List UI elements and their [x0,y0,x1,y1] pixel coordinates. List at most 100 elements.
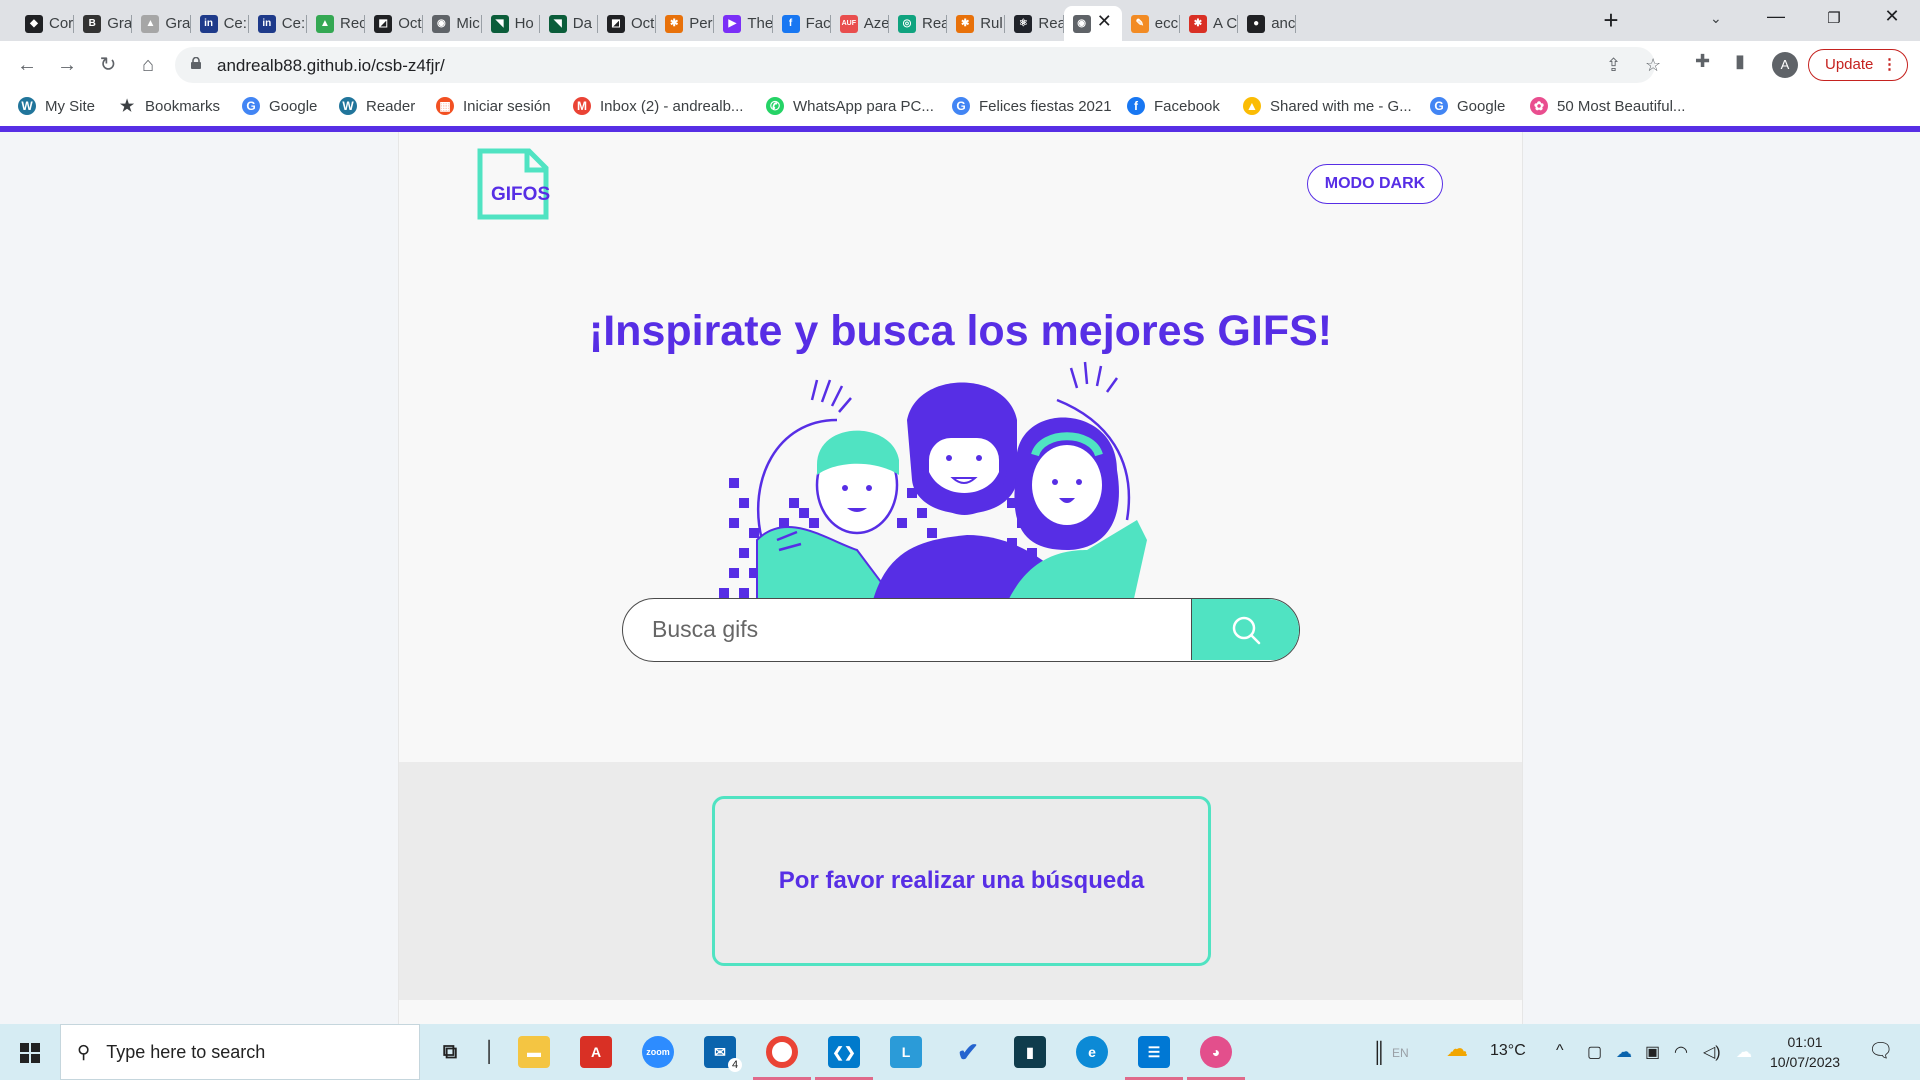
flower-icon: ✿ [1530,97,1548,115]
windows-start-icon[interactable] [20,1043,40,1063]
address-bar[interactable]: andrealb88.github.io/csb-z4fjr/ ⇪ ☆ [175,47,1661,83]
bookmark-item[interactable]: f Facebook [1127,97,1220,115]
browser-tab[interactable]: ▲ Gra [132,6,191,41]
sync-cloud-icon[interactable]: ☁ [1736,1042,1752,1062]
taskbar-search-box[interactable]: ⚲ Type here to search [60,1024,420,1080]
browser-tab[interactable]: ◉ Mic [423,6,482,41]
bookmark-item[interactable]: ✿ 50 Most Beautiful... [1530,97,1685,115]
browser-tab[interactable]: ◥ Da [540,6,598,41]
vscode-icon[interactable]: ❮❯ [828,1036,860,1068]
browser-tab[interactable]: ◩ Oct [365,6,424,41]
bookmark-item[interactable]: M Inbox (2) - andrealb... [573,97,743,115]
tab-title: Per [689,15,713,32]
browser-tab[interactable]: ▶ The [714,6,773,41]
bookmark-label: My Site [45,97,96,115]
weather-temperature[interactable]: 13°C [1490,1042,1526,1060]
tab-favicon-icon: ◉ [432,14,451,33]
tab-favicon-icon: B [83,14,102,33]
reload-icon[interactable]: ↻ [94,51,122,79]
new-tab-button[interactable]: + [1597,7,1625,35]
gifos-app-container: GIFOS MODO DARK ¡Inspirate y busca los m… [398,132,1523,1024]
browser-tab[interactable]: in Ce: [249,6,307,41]
libre-l-icon[interactable]: L [890,1036,922,1068]
close-window-icon[interactable]: ✕ [1872,6,1912,27]
tab-title: Da [572,15,592,32]
azure-icon[interactable]: ☰ [1138,1036,1170,1068]
volume-icon[interactable]: ◁) [1703,1042,1721,1062]
acrobat-icon[interactable]: A [580,1036,612,1068]
browser-tab-strip: + ⌄ — ❐ ✕ ◆ Cor B Gra ▲ Gra in Ce: in Ce: ▲ Rec ◩ Oct… [0,0,1920,41]
browser-tab[interactable]: ◉ ✕ [1063,6,1122,41]
bookmark-item[interactable]: W My Site [18,97,95,115]
notion-icon[interactable]: ▮ [1014,1036,1046,1068]
browser-tab[interactable]: f Fac [773,6,831,41]
close-tab-icon[interactable]: ✕ [1097,11,1112,32]
tray-screen-icon[interactable]: ▣ [1645,1042,1660,1062]
todo-check-icon[interactable]: ✔ [952,1036,984,1068]
bookmark-item[interactable]: G Felices fiestas 2021 [952,97,1112,115]
paint-icon[interactable]: ◕ [1200,1036,1232,1068]
search-button[interactable] [1191,599,1299,660]
bookmark-star-icon[interactable]: ☆ [1645,55,1661,76]
browser-tab[interactable]: ● anc [1238,6,1297,41]
bookmark-label: Iniciar sesión [463,97,551,115]
profile-avatar[interactable]: A [1772,52,1798,78]
restore-icon[interactable]: ❐ [1814,9,1854,27]
gmail-icon: M [573,97,591,115]
browser-tab[interactable]: ✎ ecc [1122,6,1180,41]
language-indicator[interactable]: EN [1392,1046,1409,1060]
tab-title: Ce: [223,15,247,32]
bookmark-label: Inbox (2) - andrealb... [600,97,744,115]
tab-search-chevron-icon[interactable]: ⌄ [1710,10,1722,27]
browser-tab[interactable]: in Ce: [191,6,249,41]
back-arrow-icon[interactable]: ← [13,51,41,79]
edge-icon[interactable]: e [1076,1036,1108,1068]
file-explorer-icon[interactable]: ▬ [518,1036,550,1068]
browser-tab[interactable]: AUF Aze [831,6,889,41]
bookmark-item[interactable]: ✆ WhatsApp para PC... [766,97,934,115]
chrome-icon[interactable] [766,1036,798,1068]
bookmark-item[interactable]: ▲ Shared with me - G... [1243,97,1412,115]
tab-favicon-icon: in [257,14,276,33]
tray-device-icon[interactable]: ▢ [1587,1042,1602,1062]
extensions-puzzle-icon[interactable]: ✚ [1695,51,1710,72]
wifi-icon[interactable]: ◠ [1674,1042,1688,1062]
update-label: Update [1825,56,1874,73]
search-input[interactable] [623,599,1193,660]
browser-tab[interactable]: ◆ Cor [16,6,75,41]
browser-tab[interactable]: ◩ Oct [598,6,657,41]
browser-tab[interactable]: ◎ Rea [889,6,948,41]
browser-tab[interactable]: ✱ Per [656,6,715,41]
side-panel-icon[interactable]: ▮ [1735,51,1745,72]
taskbar-clock[interactable]: 01:01 10/07/2023 [1770,1032,1840,1072]
bookmark-item[interactable]: G Google [242,97,317,115]
update-button[interactable]: Update ⋮ [1808,49,1908,81]
tab-title: Rul [980,15,1003,32]
taskbar-search-placeholder: Type here to search [106,1041,266,1062]
clock-time: 01:01 [1787,1034,1823,1050]
weather-cloud-icon[interactable]: ☁ [1446,1036,1468,1062]
home-icon[interactable]: ⌂ [134,51,162,79]
task-view-icon[interactable]: ⧉ [434,1036,466,1068]
tray-chevron-up-icon[interactable]: ^ [1556,1042,1564,1060]
bookmark-item[interactable]: W Reader [339,97,415,115]
browser-tab[interactable]: ▲ Rec [307,6,366,41]
forward-arrow-icon[interactable]: → [53,51,81,79]
onedrive-cloud-icon[interactable]: ☁ [1616,1042,1632,1062]
notifications-icon[interactable]: 🗨 [1868,1038,1893,1063]
bookmark-item[interactable]: ▦ Iniciar sesión [436,97,551,115]
gifos-logo[interactable]: GIFOS [477,148,550,220]
browser-tab[interactable]: B Gra [74,6,133,41]
zoom-icon[interactable]: zoom [642,1036,674,1068]
share-icon[interactable]: ⇪ [1606,55,1621,76]
dark-mode-button[interactable]: MODO DARK [1307,164,1443,204]
minimize-icon[interactable]: — [1756,6,1796,27]
results-section: Por favor realizar una búsqueda [399,762,1522,1000]
browser-tab[interactable]: ✱ Rul [947,6,1006,41]
browser-tab[interactable]: ◥ Ho [482,6,540,41]
tab-favicon-icon: ◉ [1072,14,1091,33]
browser-tab[interactable]: ✱ A C [1180,6,1239,41]
bookmark-item[interactable]: ★ Bookmarks [118,97,220,116]
bookmark-item[interactable]: G Google [1430,97,1505,115]
browser-tab[interactable]: ⚛ Rea [1005,6,1064,41]
